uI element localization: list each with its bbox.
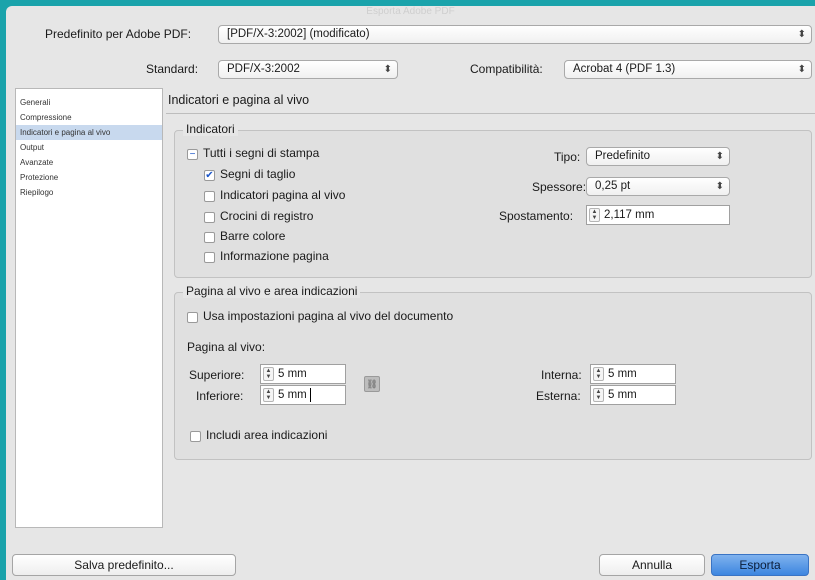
bottom-bleed-value: 5 mm — [278, 389, 307, 401]
popup-arrows-icon: ⬍ — [797, 64, 806, 75]
window-title: Esporta Adobe PDF — [366, 6, 455, 17]
compatibility-value: Acrobat 4 (PDF 1.3) — [573, 63, 676, 75]
inside-bleed-value: 5 mm — [608, 368, 637, 380]
compatibility-label: Compatibilità: — [470, 62, 543, 76]
registration-marks-label: Crocini di registro — [220, 209, 314, 223]
preset-popup[interactable]: [PDF/X-3:2002] (modificato) ⬍ — [218, 25, 812, 44]
popup-arrows-icon: ⬍ — [715, 151, 724, 162]
bottom-bleed-label: Inferiore: — [196, 389, 244, 403]
popup-arrows-icon: ⬍ — [383, 64, 392, 75]
title-bar: Esporta Adobe PDF — [6, 6, 815, 18]
stepper-icon[interactable]: ▲ ▼ — [593, 367, 604, 381]
standard-popup[interactable]: PDF/X-3:2002 ⬍ — [218, 60, 398, 79]
sidebar-item-output[interactable]: Output — [16, 140, 162, 155]
page-info-label: Informazione pagina — [220, 249, 329, 263]
color-bars-checkbox[interactable] — [204, 232, 215, 243]
outside-bleed-field[interactable]: ▲ ▼ 5 mm — [590, 385, 676, 405]
outside-bleed-label: Esterna: — [536, 389, 581, 403]
sidebar-item-riepilogo[interactable]: Riepilogo — [16, 185, 162, 200]
type-popup[interactable]: Predefinito ⬍ — [586, 147, 730, 166]
marks-group-title: Indicatori — [183, 122, 238, 136]
type-label: Tipo: — [554, 150, 581, 164]
stepper-icon[interactable]: ▲ ▼ — [593, 388, 604, 402]
crop-marks-checkbox[interactable]: ✔ — [204, 170, 215, 181]
bleed-group-title: Pagina al vivo e area indicazioni — [183, 284, 361, 298]
top-bleed-label: Superiore: — [189, 368, 245, 382]
cancel-button[interactable]: Annulla — [599, 554, 705, 576]
compatibility-popup[interactable]: Acrobat 4 (PDF 1.3) ⬍ — [564, 60, 812, 79]
inside-bleed-label: Interna: — [541, 368, 582, 382]
offset-value: 2,117 mm — [604, 209, 655, 221]
top-bleed-value: 5 mm — [278, 368, 307, 380]
section-title: Indicatori e pagina al vivo — [168, 93, 310, 107]
page-info-checkbox[interactable] — [204, 252, 215, 263]
stepper-icon[interactable]: ▲ ▼ — [589, 208, 600, 222]
inside-bleed-field[interactable]: ▲ ▼ 5 mm — [590, 364, 676, 384]
include-slug-checkbox[interactable] — [190, 431, 201, 442]
text-cursor — [310, 388, 311, 402]
type-value: Predefinito — [595, 150, 650, 162]
offset-label: Spostamento: — [499, 209, 574, 223]
use-document-bleed-label: Usa impostazioni pagina al vivo del docu… — [203, 309, 454, 323]
preset-value: [PDF/X-3:2002] (modificato) — [227, 28, 370, 40]
color-bars-label: Barre colore — [220, 229, 286, 243]
preset-label: Predefinito per Adobe PDF: — [45, 27, 192, 41]
standard-value: PDF/X-3:2002 — [227, 63, 300, 75]
save-preset-button[interactable]: Salva predefinito... — [12, 554, 236, 576]
sidebar-item-compressione[interactable]: Compressione — [16, 110, 162, 125]
link-chain-icon[interactable]: ⛓ — [364, 376, 380, 392]
all-marks-checkbox[interactable]: − — [187, 149, 198, 160]
section-divider — [166, 113, 815, 114]
include-slug-label: Includi area indicazioni — [206, 428, 328, 442]
export-button[interactable]: Esporta — [711, 554, 809, 576]
top-bleed-field[interactable]: ▲ ▼ 5 mm — [260, 364, 346, 384]
sidebar-item-protezione[interactable]: Protezione — [16, 170, 162, 185]
use-document-bleed-checkbox[interactable] — [187, 312, 198, 323]
export-pdf-dialog: Esporta Adobe PDF Predefinito per Adobe … — [6, 6, 815, 580]
weight-popup[interactable]: 0,25 pt ⬍ — [586, 177, 730, 196]
bottom-bleed-field[interactable]: ▲ ▼ 5 mm — [260, 385, 346, 405]
registration-marks-checkbox[interactable] — [204, 212, 215, 223]
standard-label: Standard: — [146, 62, 199, 76]
outside-bleed-value: 5 mm — [608, 389, 637, 401]
sidebar-item-avanzate[interactable]: Avanzate — [16, 155, 162, 170]
offset-field[interactable]: ▲ ▼ 2,117 mm — [586, 205, 730, 225]
crop-marks-label: Segni di taglio — [220, 167, 296, 181]
weight-label: Spessore: — [532, 180, 587, 194]
stepper-icon[interactable]: ▲ ▼ — [263, 367, 274, 381]
popup-arrows-icon: ⬍ — [715, 181, 724, 192]
category-sidebar: Generali Compressione Indicatori e pagin… — [15, 88, 163, 528]
sidebar-item-generali[interactable]: Generali — [16, 95, 162, 110]
popup-arrows-icon: ⬍ — [797, 29, 806, 40]
bleed-marks-label: Indicatori pagina al vivo — [220, 188, 346, 202]
stepper-icon[interactable]: ▲ ▼ — [263, 388, 274, 402]
bleed-marks-checkbox[interactable] — [204, 191, 215, 202]
sidebar-item-indicatori[interactable]: Indicatori e pagina al vivo — [16, 125, 162, 140]
weight-value: 0,25 pt — [595, 180, 631, 192]
all-marks-label: Tutti i segni di stampa — [203, 146, 320, 160]
bleed-subtitle: Pagina al vivo: — [187, 340, 266, 354]
